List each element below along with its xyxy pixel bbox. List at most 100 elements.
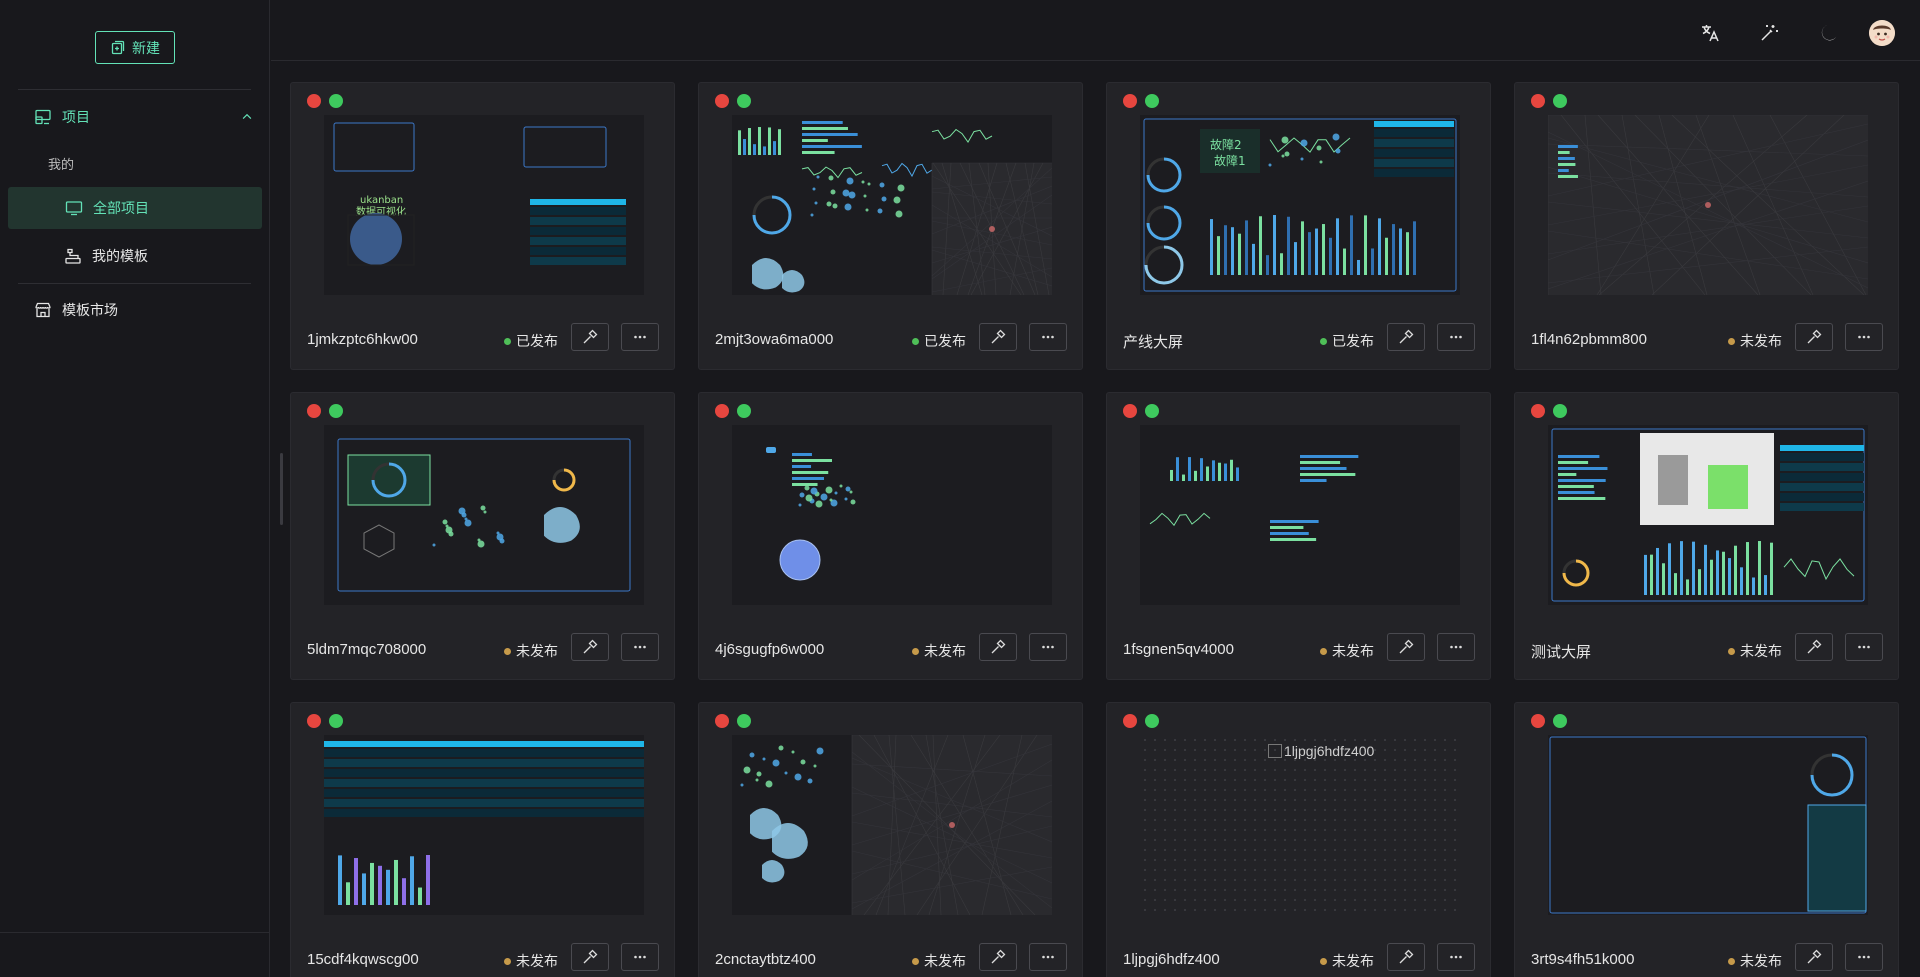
project-preview-thumbnail[interactable] <box>1548 115 1868 295</box>
close-dot-icon[interactable] <box>715 94 729 108</box>
preview-dot-icon[interactable] <box>329 94 343 108</box>
preview-dot-icon[interactable] <box>1553 404 1567 418</box>
window-dots <box>1531 404 1567 418</box>
preview-dot-icon[interactable] <box>1553 714 1567 728</box>
more-options-button[interactable] <box>1845 323 1883 351</box>
menu-item-all-projects[interactable]: 全部项目 <box>8 187 262 229</box>
project-card[interactable]: 3rt9s4fh51k000 未发布 <box>1514 702 1899 977</box>
status-label: 未发布 <box>1332 953 1374 969</box>
close-dot-icon[interactable] <box>307 714 321 728</box>
project-card[interactable]: 15cdf4kqwscg00 未发布 <box>290 702 675 977</box>
project-preview-thumbnail[interactable] <box>1548 735 1868 915</box>
preview-dot-icon[interactable] <box>1145 404 1159 418</box>
window-dots <box>1531 714 1567 728</box>
edit-button[interactable] <box>1387 633 1425 661</box>
translate-icon[interactable] <box>1699 22 1721 44</box>
preview-dot-icon[interactable] <box>737 714 751 728</box>
edit-button[interactable] <box>1795 323 1833 351</box>
close-dot-icon[interactable] <box>1531 714 1545 728</box>
close-dot-icon[interactable] <box>1123 714 1137 728</box>
project-preview-thumbnail[interactable]: ukanban 数据可视化 <box>324 115 644 295</box>
more-options-button[interactable] <box>1845 633 1883 661</box>
more-options-button[interactable] <box>1437 323 1475 351</box>
hammer-icon <box>1807 639 1822 654</box>
project-preview-thumbnail[interactable] <box>324 425 644 605</box>
preview-dot-icon[interactable] <box>329 714 343 728</box>
project-preview-thumbnail[interactable] <box>324 735 644 915</box>
more-options-button[interactable] <box>1029 633 1067 661</box>
close-dot-icon[interactable] <box>307 94 321 108</box>
preview-dot-icon[interactable] <box>737 94 751 108</box>
edit-button[interactable] <box>1387 323 1425 351</box>
project-name: 3rt9s4fh51k000 <box>1531 951 1635 968</box>
new-project-button[interactable]: 新建 <box>95 31 175 64</box>
preview-dot-icon[interactable] <box>329 404 343 418</box>
preview-dot-icon[interactable] <box>1145 94 1159 108</box>
more-options-button[interactable] <box>1845 943 1883 971</box>
project-card[interactable]: 1ljpgj6hdfz400 1ljpgj6hdfz400 未发布 <box>1106 702 1491 977</box>
project-card[interactable]: 5ldm7mqc708000 未发布 <box>290 392 675 680</box>
project-card[interactable]: 故障2 故障1 产线大屏 已发布 <box>1106 82 1491 370</box>
edit-button[interactable] <box>571 943 609 971</box>
project-preview-thumbnail[interactable] <box>1140 425 1460 605</box>
hammer-icon <box>1399 639 1414 654</box>
ellipsis-icon <box>634 955 646 959</box>
ellipsis-icon <box>1450 335 1462 339</box>
project-preview-thumbnail[interactable]: 故障2 故障1 <box>1140 115 1460 295</box>
edit-button[interactable] <box>1795 633 1833 661</box>
divider <box>18 283 251 284</box>
monitor-icon <box>65 201 83 216</box>
project-card[interactable]: 2cnctaytbtz400 未发布 <box>698 702 1083 977</box>
project-preview-thumbnail[interactable] <box>732 115 1052 295</box>
menu-group-projects[interactable]: 项目 <box>34 106 254 128</box>
edit-button[interactable] <box>1387 943 1425 971</box>
close-dot-icon[interactable] <box>307 404 321 418</box>
close-dot-icon[interactable] <box>1531 404 1545 418</box>
edit-button[interactable] <box>979 323 1017 351</box>
edit-button[interactable] <box>571 633 609 661</box>
project-card[interactable]: 4j6sgugfp6w000 未发布 <box>698 392 1083 680</box>
window-dots <box>715 404 751 418</box>
project-preview-thumbnail[interactable]: 1ljpgj6hdfz400 <box>1140 735 1460 915</box>
project-name: 1jmkzptc6hkw00 <box>307 331 418 348</box>
window-dots <box>307 404 343 418</box>
sidebar-resize-handle[interactable] <box>280 453 283 525</box>
edit-button[interactable] <box>571 323 609 351</box>
project-card[interactable]: ukanban 数据可视化 1jmkzptc6hkw00 已发布 <box>290 82 675 370</box>
project-preview-thumbnail[interactable] <box>1548 425 1868 605</box>
project-preview-thumbnail[interactable] <box>732 425 1052 605</box>
window-dots <box>307 714 343 728</box>
edit-button[interactable] <box>979 633 1017 661</box>
project-card[interactable]: 1fsgnen5qv4000 未发布 <box>1106 392 1491 680</box>
close-dot-icon[interactable] <box>1123 94 1137 108</box>
moon-icon[interactable] <box>1818 22 1840 44</box>
more-options-button[interactable] <box>621 633 659 661</box>
more-options-button[interactable] <box>1437 943 1475 971</box>
more-options-button[interactable] <box>1029 943 1067 971</box>
hammer-icon <box>583 329 598 344</box>
menu-item-template-market[interactable]: 模板市场 <box>34 299 118 321</box>
menu-item-my-templates[interactable]: 我的模板 <box>8 242 262 270</box>
menu-item-label: 全部项目 <box>93 200 149 216</box>
preview-dot-icon[interactable] <box>737 404 751 418</box>
close-dot-icon[interactable] <box>715 714 729 728</box>
project-preview-thumbnail[interactable] <box>732 735 1052 915</box>
edit-button[interactable] <box>1795 943 1833 971</box>
more-options-button[interactable] <box>621 323 659 351</box>
magic-wand-icon[interactable] <box>1758 22 1780 44</box>
chevron-up-icon[interactable] <box>240 110 254 124</box>
close-dot-icon[interactable] <box>1123 404 1137 418</box>
preview-dot-icon[interactable] <box>1145 714 1159 728</box>
preview-dot-icon[interactable] <box>1553 94 1567 108</box>
project-card[interactable]: 测试大屏 未发布 <box>1514 392 1899 680</box>
project-card[interactable]: 1fl4n62pbmm800 未发布 <box>1514 82 1899 370</box>
more-options-button[interactable] <box>621 943 659 971</box>
close-dot-icon[interactable] <box>715 404 729 418</box>
edit-button[interactable] <box>979 943 1017 971</box>
project-icon <box>35 109 51 125</box>
close-dot-icon[interactable] <box>1531 94 1545 108</box>
project-card[interactable]: 2mjt3owa6ma000 已发布 <box>698 82 1083 370</box>
more-options-button[interactable] <box>1029 323 1067 351</box>
avatar[interactable] <box>1869 20 1895 46</box>
more-options-button[interactable] <box>1437 633 1475 661</box>
